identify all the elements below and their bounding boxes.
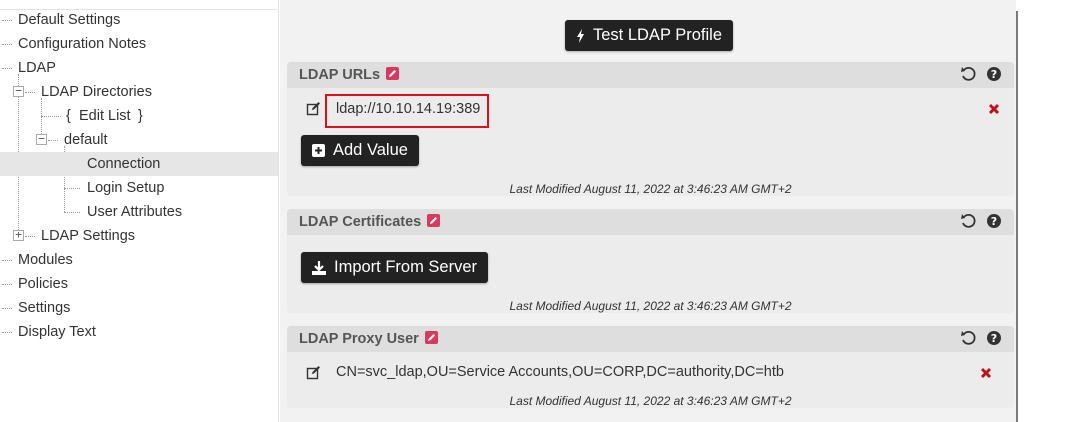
tree-item-label: LDAP [18, 60, 56, 76]
section-header: LDAP Proxy User ? [287, 326, 1014, 352]
tree-item-modules[interactable]: Modules [0, 248, 278, 272]
collapse-toggle-icon[interactable]: − [13, 85, 24, 97]
proxy-user-dn-value[interactable]: CN=svc_ldap,OU=Service Accounts,OU=CORP,… [336, 364, 784, 380]
test-ldap-profile-label: Test LDAP Profile [593, 26, 723, 44]
delete-icon[interactable] [980, 367, 992, 379]
right-margin [1018, 0, 1086, 422]
section-title: LDAP Proxy User [299, 331, 438, 347]
svg-text:?: ? [991, 68, 997, 81]
tree-item-label: User Attributes [87, 204, 183, 220]
tree-item-default-settings[interactable]: Default Settings [0, 8, 278, 32]
tree-item-ldap-settings[interactable]: + LDAP Settings [0, 224, 278, 248]
edit-badge-icon[interactable] [427, 214, 441, 227]
section-ldap-proxy-user: LDAP Proxy User ? CN=svc_ldap,OU=Service… [287, 326, 1014, 408]
highlight-annotation [325, 94, 489, 128]
add-value-label: Add Value [333, 141, 408, 159]
tree-item-login-setup[interactable]: Login Setup [0, 176, 278, 200]
tree-item-label: LDAP Directories [41, 84, 152, 100]
navigation-tree: Default Settings Configuration Notes LDA… [0, 0, 279, 422]
tree-item-ldap-directories[interactable]: − LDAP Directories [0, 80, 278, 104]
delete-icon[interactable] [988, 103, 1000, 115]
tree-item-label: Default Settings [18, 12, 121, 28]
section-title-text: LDAP Proxy User [299, 331, 419, 347]
section-title-text: LDAP URLs [299, 67, 381, 83]
tree-item-user-attributes[interactable]: User Attributes [0, 200, 278, 224]
tree-item-configuration-notes[interactable]: Configuration Notes [0, 32, 278, 56]
undo-icon[interactable] [960, 213, 976, 229]
tree-item-connection[interactable]: Connection [0, 152, 278, 176]
tree-item-policies[interactable]: Policies [0, 272, 278, 296]
edit-badge-icon[interactable] [424, 331, 438, 344]
help-icon[interactable]: ? [986, 66, 1002, 82]
pencil-icon[interactable] [306, 101, 321, 116]
pencil-icon[interactable] [306, 365, 321, 380]
last-modified-text: Last Modified August 11, 2022 at 3:46:23… [509, 394, 792, 408]
section-header: LDAP URLs ? [287, 62, 1014, 88]
undo-icon[interactable] [960, 66, 976, 82]
add-value-button[interactable]: Add Value [301, 135, 419, 166]
tree-item-ldap[interactable]: LDAP [0, 56, 278, 80]
import-from-server-button[interactable]: Import From Server [301, 252, 489, 283]
plus-square-icon [312, 144, 325, 157]
last-modified-text: Last Modified August 11, 2022 at 3:46:23… [509, 299, 792, 313]
tree-item-label: Edit List [79, 108, 131, 124]
tree-item-label: Settings [18, 300, 71, 316]
undo-icon[interactable] [960, 330, 976, 346]
expand-toggle-icon[interactable]: + [13, 229, 24, 241]
edit-list-close-brace: } [138, 108, 143, 124]
tree-item-label: LDAP Settings [41, 228, 136, 244]
tree-item-label: Configuration Notes [18, 36, 147, 52]
svg-text:?: ? [991, 215, 997, 228]
section-ldap-certificates: LDAP Certificates ? Import From Server L… [287, 209, 1014, 313]
tree-item-label: Display Text [18, 324, 96, 340]
tree-item-label: Login Setup [87, 180, 165, 196]
tree-item-display-text[interactable]: Display Text [0, 320, 278, 344]
section-header: LDAP Certificates ? [287, 209, 1014, 235]
section-ldap-urls: LDAP URLs ? ldap://10.10.14.19:389 Add V… [287, 62, 1014, 196]
help-icon[interactable]: ? [986, 330, 1002, 346]
tree-item-label: Policies [18, 276, 68, 292]
help-icon[interactable]: ? [986, 213, 1002, 229]
last-modified-text: Last Modified August 11, 2022 at 3:46:23… [509, 182, 792, 196]
tree-item-label: Connection [87, 156, 161, 172]
section-title: LDAP URLs [299, 67, 400, 83]
edit-list-open-brace: { [66, 108, 71, 124]
value-row: CN=svc_ldap,OU=Service Accounts,OU=CORP,… [287, 362, 1014, 386]
tree-item-label: default [64, 132, 108, 148]
test-ldap-profile-button[interactable]: Test LDAP Profile [565, 20, 734, 51]
svg-text:?: ? [991, 332, 997, 345]
section-title-text: LDAP Certificates [299, 214, 422, 230]
collapse-toggle-icon[interactable]: − [36, 133, 47, 145]
download-icon [312, 260, 326, 275]
bolt-icon [577, 28, 584, 43]
tree-item-settings[interactable]: Settings [0, 296, 278, 320]
edit-badge-icon[interactable] [386, 67, 400, 80]
import-from-server-label: Import From Server [334, 258, 478, 276]
tree-item-label: Modules [18, 252, 73, 268]
tree-item-default[interactable]: − default [0, 128, 278, 152]
section-title: LDAP Certificates [299, 214, 441, 230]
tree-item-edit-list[interactable]: { Edit List } [0, 104, 278, 128]
